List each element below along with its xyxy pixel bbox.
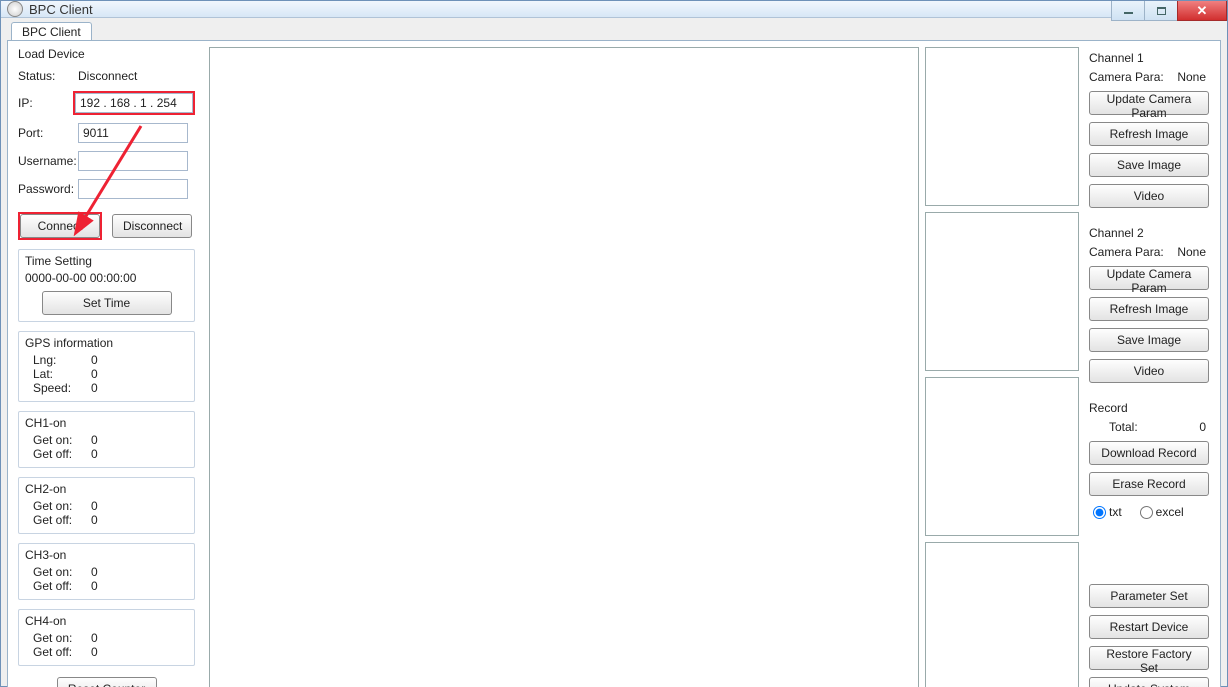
ch1-group: CH1-on Get on:0 Get off:0 xyxy=(18,411,195,468)
ip-label: IP: xyxy=(18,96,73,110)
video-1-button[interactable]: Video xyxy=(1089,184,1209,208)
channel1-label: Channel 1 xyxy=(1089,51,1210,65)
save-image-1-button[interactable]: Save Image xyxy=(1089,153,1209,177)
title-bar: BPC Client ✕ xyxy=(1,1,1227,18)
gps-group: GPS information Lng:0 Lat:0 Speed:0 xyxy=(18,331,195,402)
ch3-group: CH3-on Get on:0 Get off:0 xyxy=(18,543,195,600)
ch1-on-label: Get on: xyxy=(33,433,91,447)
thumbnail-column xyxy=(925,41,1085,687)
window-title: BPC Client xyxy=(29,2,93,17)
client-area: BPC Client Load Device Status: Disconnec… xyxy=(1,18,1227,687)
ch1-header: CH1-on xyxy=(25,416,188,430)
main-body: Load Device Status: Disconnect IP: 192 .… xyxy=(7,40,1221,687)
erase-record-button[interactable]: Erase Record xyxy=(1089,472,1209,496)
app-icon xyxy=(7,1,23,17)
ch4-group: CH4-on Get on:0 Get off:0 xyxy=(18,609,195,666)
ch4-off-label: Get off: xyxy=(33,645,91,659)
gps-speed-value: 0 xyxy=(91,381,111,395)
update-camera-param-1-button[interactable]: Update Camera Param xyxy=(1089,91,1209,115)
time-value: 0000-00-00 00:00:00 xyxy=(25,271,188,285)
password-label: Password: xyxy=(18,182,78,196)
ch3-header: CH3-on xyxy=(25,548,188,562)
ch2-off-value: 0 xyxy=(91,513,111,527)
download-record-button[interactable]: Download Record xyxy=(1089,441,1209,465)
load-device-label: Load Device xyxy=(18,47,195,61)
format-txt-radio[interactable]: txt xyxy=(1093,505,1122,519)
ch3-off-label: Get off: xyxy=(33,579,91,593)
center-panel xyxy=(203,41,925,687)
refresh-image-1-button[interactable]: Refresh Image xyxy=(1089,122,1209,146)
set-time-button[interactable]: Set Time xyxy=(42,291,172,315)
thumb-1[interactable] xyxy=(925,47,1079,206)
gps-header: GPS information xyxy=(25,336,188,350)
status-label: Status: xyxy=(18,69,78,83)
ch2-group: CH2-on Get on:0 Get off:0 xyxy=(18,477,195,534)
ch4-on-label: Get on: xyxy=(33,631,91,645)
ip-input[interactable]: 192 . 168 . 1 . 254 xyxy=(75,93,193,113)
cam-para-label-1: Camera Para: xyxy=(1089,70,1164,84)
update-system-button[interactable]: Update System xyxy=(1089,677,1209,687)
ch3-off-value: 0 xyxy=(91,579,111,593)
right-panel: Channel 1 Camera Para: None Update Camer… xyxy=(1085,41,1220,687)
record-total-label: Total: xyxy=(1109,420,1138,434)
window-buttons: ✕ xyxy=(1112,1,1227,21)
thumb-4[interactable] xyxy=(925,542,1079,687)
gps-lat-label: Lat: xyxy=(33,367,91,381)
ch1-off-label: Get off: xyxy=(33,447,91,461)
gps-speed-label: Speed: xyxy=(33,381,91,395)
thumb-2[interactable] xyxy=(925,212,1079,371)
ch2-off-label: Get off: xyxy=(33,513,91,527)
tab-strip: BPC Client xyxy=(1,18,1227,40)
refresh-image-2-button[interactable]: Refresh Image xyxy=(1089,297,1209,321)
connect-highlight: Connect xyxy=(18,212,102,240)
username-input[interactable] xyxy=(78,151,188,171)
ch1-off-value: 0 xyxy=(91,447,111,461)
disconnect-button[interactable]: Disconnect xyxy=(112,214,192,238)
ch3-on-value: 0 xyxy=(91,565,111,579)
parameter-set-button[interactable]: Parameter Set xyxy=(1089,584,1209,608)
gps-lat-value: 0 xyxy=(91,367,111,381)
cam-para-value-2: None xyxy=(1177,245,1206,259)
maximize-button[interactable] xyxy=(1144,1,1178,21)
record-total-value: 0 xyxy=(1199,420,1206,434)
ch1-on-value: 0 xyxy=(91,433,111,447)
username-label: Username: xyxy=(18,154,78,168)
app-window: BPC Client ✕ BPC Client Load Device Stat… xyxy=(0,0,1228,687)
thumb-3[interactable] xyxy=(925,377,1079,536)
gps-lng-value: 0 xyxy=(91,353,111,367)
restore-factory-button[interactable]: Restore Factory Set xyxy=(1089,646,1209,670)
cam-para-value-1: None xyxy=(1177,70,1206,84)
status-value: Disconnect xyxy=(78,69,137,83)
ch4-on-value: 0 xyxy=(91,631,111,645)
reset-counter-button[interactable]: Reset Counter xyxy=(57,677,157,687)
close-button[interactable]: ✕ xyxy=(1177,1,1227,21)
ch4-header: CH4-on xyxy=(25,614,188,628)
minimize-button[interactable] xyxy=(1111,1,1145,21)
cam-para-label-2: Camera Para: xyxy=(1089,245,1164,259)
record-label: Record xyxy=(1089,401,1210,415)
connect-button[interactable]: Connect xyxy=(20,214,100,238)
ch2-on-value: 0 xyxy=(91,499,111,513)
main-video-frame xyxy=(209,47,919,687)
time-setting-group: Time Setting 0000-00-00 00:00:00 Set Tim… xyxy=(18,249,195,322)
left-panel: Load Device Status: Disconnect IP: 192 .… xyxy=(8,41,203,687)
gps-lng-label: Lng: xyxy=(33,353,91,367)
restart-device-button[interactable]: Restart Device xyxy=(1089,615,1209,639)
ip-highlight: 192 . 168 . 1 . 254 xyxy=(73,91,195,115)
save-image-2-button[interactable]: Save Image xyxy=(1089,328,1209,352)
ch2-header: CH2-on xyxy=(25,482,188,496)
ch2-on-label: Get on: xyxy=(33,499,91,513)
password-input[interactable] xyxy=(78,179,188,199)
video-2-button[interactable]: Video xyxy=(1089,359,1209,383)
time-setting-label: Time Setting xyxy=(25,254,188,268)
format-excel-radio[interactable]: excel xyxy=(1140,505,1184,519)
port-input[interactable] xyxy=(78,123,188,143)
ch4-off-value: 0 xyxy=(91,645,111,659)
port-label: Port: xyxy=(18,126,78,140)
ch3-on-label: Get on: xyxy=(33,565,91,579)
update-camera-param-2-button[interactable]: Update Camera Param xyxy=(1089,266,1209,290)
channel2-label: Channel 2 xyxy=(1089,226,1210,240)
tab-bpc-client[interactable]: BPC Client xyxy=(11,22,92,40)
